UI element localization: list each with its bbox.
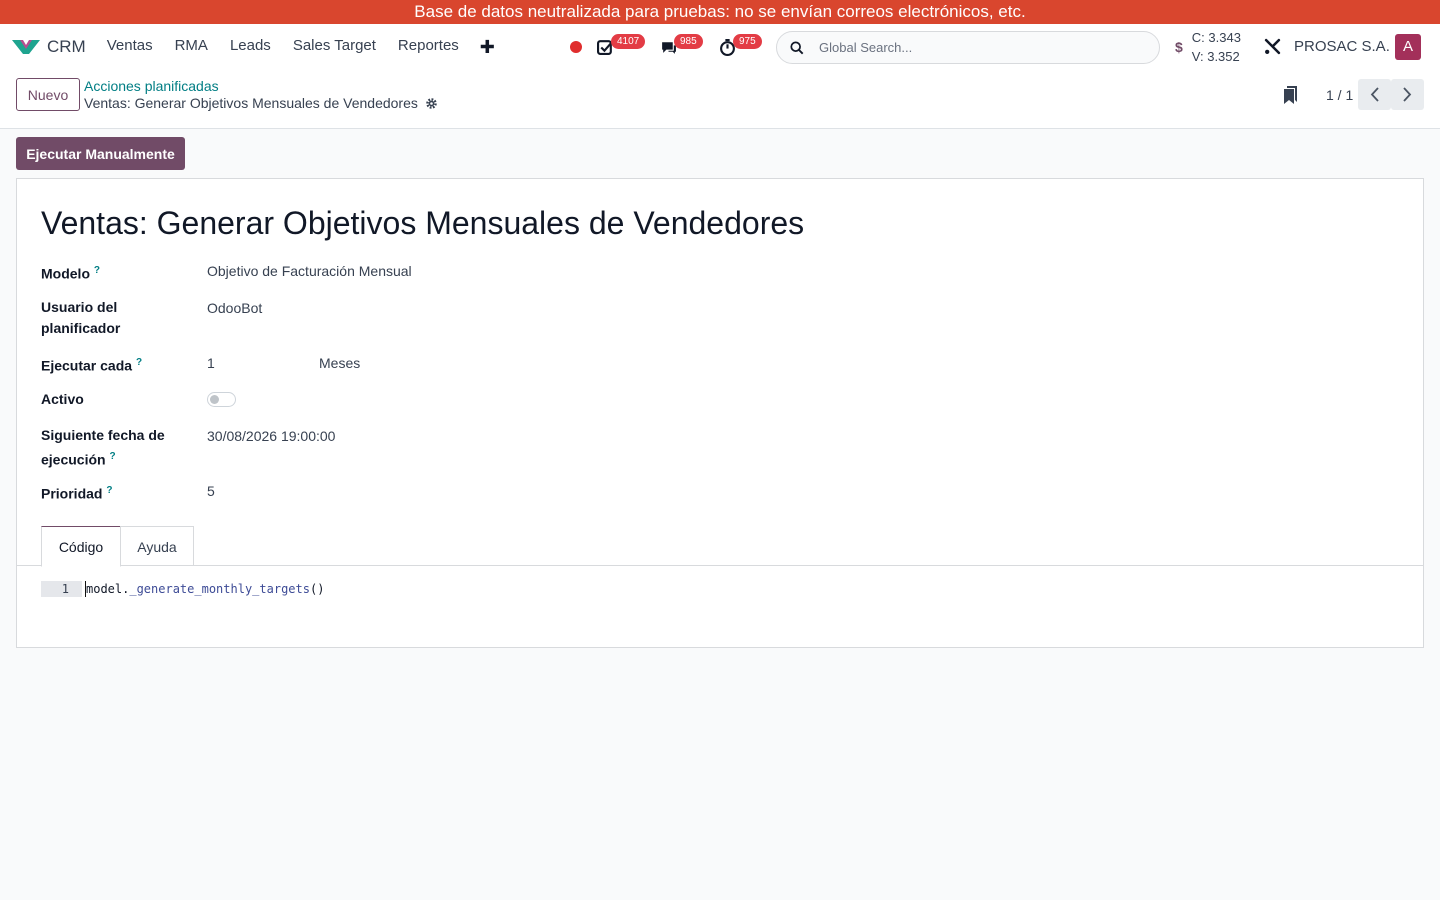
menu-rma[interactable]: RMA [164, 37, 219, 58]
bookmark-icon[interactable] [1283, 86, 1298, 107]
search-icon [790, 40, 804, 54]
menu-ventas[interactable]: Ventas [96, 37, 164, 58]
crm-logo-icon [12, 40, 40, 54]
messages-badge: 985 [674, 34, 703, 49]
breadcrumb-current-label: Ventas: Generar Objetivos Mensuales de V… [84, 95, 418, 111]
code-line[interactable]: model._generate_monthly_targets() [85, 581, 324, 597]
run-manually-button[interactable]: Ejecutar Manualmente [16, 137, 185, 170]
user-avatar[interactable]: A [1395, 34, 1421, 60]
timer-button[interactable]: 975 [719, 24, 762, 70]
breadcrumb-current: Ventas: Generar Objetivos Mensuales de V… [84, 95, 438, 111]
pager-previous-button[interactable] [1358, 79, 1391, 110]
active-toggle[interactable] [207, 392, 236, 407]
new-record-button[interactable]: Nuevo [16, 78, 80, 111]
interval-unit-select[interactable]: Meses [319, 353, 360, 374]
buy-rate: C: 3.343 [1191, 30, 1241, 45]
company-switcher[interactable]: PROSAC S.A. [1294, 38, 1390, 55]
menu-reportes[interactable]: Reportes [387, 37, 470, 58]
breadcrumb-parent[interactable]: Acciones planificadas [84, 78, 219, 94]
test-database-banner: Base de datos neutralizada para pruebas:… [0, 0, 1440, 24]
notebook-tabs: Código Ayuda [17, 526, 1423, 567]
user-label: Usuario del planificador [41, 297, 191, 339]
priority-label: Prioridad ? [41, 480, 191, 505]
priority-help-icon[interactable]: ? [106, 485, 112, 496]
nextcall-label-line2: ejecución [41, 451, 106, 468]
model-label: Modelo ? [41, 260, 191, 285]
interval-label-text: Ejecutar cada [41, 357, 133, 374]
active-label: Activo [41, 391, 84, 407]
user-value[interactable]: OdooBot [207, 298, 262, 319]
pager-next-button[interactable] [1391, 79, 1424, 110]
app-brand[interactable]: CRM [12, 37, 86, 57]
messages-button[interactable]: 985 [660, 24, 703, 70]
toggle-knob [210, 395, 219, 404]
line-number: 1 [41, 581, 82, 597]
debug-tools-icon[interactable] [1264, 38, 1281, 58]
model-value[interactable]: Objetivo de Facturación Mensual [207, 261, 412, 282]
app-name: CRM [47, 37, 86, 56]
model-label-text: Modelo [41, 265, 90, 282]
interval-number-field[interactable]: 1 [207, 353, 215, 374]
add-menu-icon[interactable]: ✚ [470, 37, 505, 58]
interval-help-icon[interactable]: ? [136, 357, 142, 368]
code-editor[interactable]: 1 model._generate_monthly_targets() [41, 581, 324, 597]
priority-value[interactable]: 5 [207, 481, 215, 502]
menu-sales-target[interactable]: Sales Target [282, 37, 387, 58]
model-help-icon[interactable]: ? [94, 265, 100, 276]
pager-value[interactable]: 1 / 1 [1326, 87, 1353, 103]
control-panel: Nuevo Acciones planificadas Ventas: Gene… [0, 70, 1440, 129]
global-search[interactable] [776, 31, 1160, 64]
user-label-line2: planificador [41, 320, 121, 336]
nextcall-label: Siguiente fecha de ejecución ? [41, 425, 191, 471]
nextcall-help-icon[interactable]: ? [109, 451, 115, 462]
chevron-right-icon [1403, 87, 1412, 102]
code-parens: () [309, 582, 325, 596]
priority-label-text: Prioridad [41, 485, 103, 502]
sell-rate: V: 3.352 [1191, 49, 1240, 64]
code-object: model [86, 582, 123, 596]
record-title: Ventas: Generar Objetivos Mensuales de V… [41, 205, 805, 241]
global-search-input[interactable] [819, 40, 1139, 55]
tab-ayuda[interactable]: Ayuda [120, 526, 194, 566]
nextcall-label-line1: Siguiente fecha de [41, 427, 165, 443]
activities-button[interactable]: 4107 [597, 24, 646, 70]
tab-codigo[interactable]: Código [41, 526, 121, 567]
chevron-left-icon [1370, 87, 1379, 102]
activities-badge: 4107 [611, 34, 646, 49]
code-method: _generate_monthly_targets [129, 582, 310, 596]
gear-icon[interactable] [425, 97, 438, 110]
top-navbar: CRM Ventas RMA Leads Sales Target Report… [0, 24, 1440, 70]
nextcall-value[interactable]: 30/08/2026 19:00:00 [207, 426, 335, 447]
exchange-rate-widget[interactable]: $ C: 3.343 V: 3.352 [1175, 28, 1241, 66]
dollar-icon: $ [1175, 39, 1183, 55]
recording-icon[interactable] [570, 24, 582, 70]
interval-label: Ejecutar cada ? [41, 352, 191, 377]
timer-badge: 975 [733, 34, 762, 49]
user-label-line1: Usuario del [41, 299, 118, 315]
form-sheet: Ventas: Generar Objetivos Mensuales de V… [16, 178, 1424, 648]
menu-leads[interactable]: Leads [219, 37, 282, 58]
main-menu: Ventas RMA Leads Sales Target Reportes ✚ [96, 37, 505, 58]
